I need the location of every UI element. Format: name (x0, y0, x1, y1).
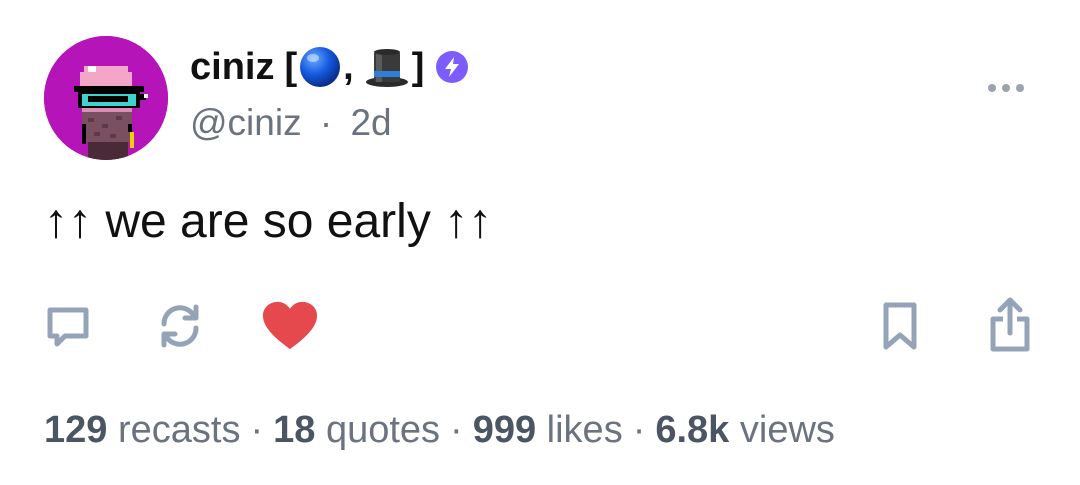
action-bar (0, 296, 1080, 356)
timestamp[interactable]: 2d (350, 102, 391, 143)
cast-text: ↑↑ we are so early ↑↑ (44, 195, 493, 248)
cast-header: ciniz [ , ] @ciniz · 2d (190, 40, 470, 146)
bookmark-icon (883, 302, 917, 350)
time-separator: · (319, 102, 333, 143)
stat-separator: · (450, 409, 463, 451)
power-badge-icon (436, 51, 469, 83)
recasts-label: recasts (117, 409, 241, 451)
heart-icon (262, 301, 318, 350)
views-count: 6.8k (655, 409, 730, 451)
likes-label: likes (546, 409, 623, 451)
stat-separator: · (632, 409, 646, 451)
share-icon (990, 297, 1030, 352)
quotes-label: quotes (325, 409, 441, 451)
bookmark-button[interactable] (872, 296, 928, 356)
recast-button[interactable] (152, 296, 208, 356)
name-separator: , (343, 45, 354, 88)
more-options-button[interactable] (986, 78, 1026, 98)
username-handle[interactable]: @ciniz (190, 102, 302, 143)
likes-count: 999 (472, 409, 537, 451)
recasts-count: 129 (44, 409, 108, 451)
reply-button[interactable] (40, 296, 96, 356)
cast-card: ciniz [ , ] @ciniz · 2d ↑↑ we are so ear… (0, 0, 1080, 485)
handle-and-time: @ciniz · 2d (190, 100, 470, 146)
ellipsis-icon (988, 84, 1024, 92)
quotes-stat[interactable]: 18 quotes (273, 409, 440, 451)
quotes-count: 18 (273, 409, 316, 451)
share-button[interactable] (982, 296, 1038, 356)
top-hat-emoji-icon (365, 49, 408, 87)
recasts-stat[interactable]: 129 recasts (44, 409, 240, 451)
stat-separator: · (250, 409, 264, 451)
comment-icon (47, 307, 89, 347)
pixel-avatar-image (44, 36, 168, 160)
views-stat: 6.8k views (655, 409, 835, 451)
recast-icon (161, 304, 199, 348)
engagement-stats: 129 recasts · 18 quotes · 999 likes · 6.8k vie… (44, 404, 835, 456)
bracket-open: [ (284, 45, 298, 88)
display-name-text: ciniz (190, 45, 275, 88)
likes-stat[interactable]: 999 likes (473, 409, 623, 451)
bracket-close: ] (411, 45, 425, 88)
avatar[interactable] (44, 36, 168, 160)
like-button[interactable] (262, 296, 318, 356)
display-name[interactable]: ciniz [ , ] (190, 40, 470, 94)
blue-circle-emoji-icon (300, 47, 341, 87)
views-label: views (739, 409, 835, 451)
